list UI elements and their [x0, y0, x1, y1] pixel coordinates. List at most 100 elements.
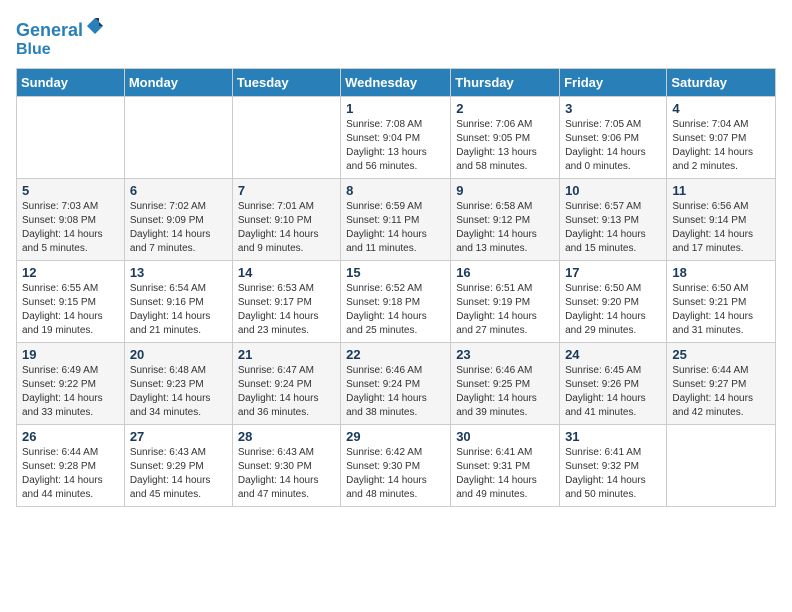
day-number: 8 — [346, 183, 445, 198]
day-cell: 30 Sunrise: 6:41 AM Sunset: 9:31 PM Dayli… — [451, 425, 560, 507]
day-number: 17 — [565, 265, 661, 280]
day-number: 21 — [238, 347, 335, 362]
day-info: Sunrise: 6:45 AM Sunset: 9:26 PM Dayligh… — [565, 364, 661, 420]
day-info: Sunrise: 6:43 AM Sunset: 9:30 PM Dayligh… — [238, 446, 335, 502]
day-cell: 24 Sunrise: 6:45 AM Sunset: 9:26 PM Dayli… — [560, 343, 667, 425]
header-sunday: Sunday — [17, 69, 125, 97]
day-cell: 17 Sunrise: 6:50 AM Sunset: 9:20 PM Dayli… — [560, 261, 667, 343]
header-saturday: Saturday — [667, 69, 776, 97]
day-cell: 23 Sunrise: 6:46 AM Sunset: 9:25 PM Dayli… — [451, 343, 560, 425]
day-info: Sunrise: 7:06 AM Sunset: 9:05 PM Dayligh… — [456, 118, 554, 174]
day-cell: 22Sunrise: 6:46 AM Sunset: 9:24 PM Dayli… — [341, 343, 451, 425]
day-cell: 28 Sunrise: 6:43 AM Sunset: 9:30 PM Dayli… — [232, 425, 340, 507]
day-info: Sunrise: 6:50 AM Sunset: 9:20 PM Dayligh… — [565, 282, 661, 338]
day-cell: 8 Sunrise: 6:59 AM Sunset: 9:11 PM Daylig… — [341, 179, 451, 261]
week-row-3: 12 Sunrise: 6:55 AM Sunset: 9:15 PM Dayli… — [17, 261, 776, 343]
header-row: SundayMondayTuesdayWednesdayThursdayFrid… — [17, 69, 776, 97]
day-cell: 3Sunrise: 7:05 AM Sunset: 9:06 PM Daylig… — [560, 97, 667, 179]
day-cell: 5 Sunrise: 7:03 AM Sunset: 9:08 PM Daylig… — [17, 179, 125, 261]
day-number: 4 — [672, 101, 770, 116]
day-number: 31 — [565, 429, 661, 444]
day-number: 11 — [672, 183, 770, 198]
week-row-4: 19 Sunrise: 6:49 AM Sunset: 9:22 PM Dayli… — [17, 343, 776, 425]
day-number: 2 — [456, 101, 554, 116]
day-info: Sunrise: 6:43 AM Sunset: 9:29 PM Dayligh… — [130, 446, 227, 502]
day-number: 12 — [22, 265, 119, 280]
day-info: Sunrise: 6:56 AM Sunset: 9:14 PM Dayligh… — [672, 200, 770, 256]
day-info: Sunrise: 6:53 AM Sunset: 9:17 PM Dayligh… — [238, 282, 335, 338]
day-cell: 13Sunrise: 6:54 AM Sunset: 9:16 PM Dayli… — [124, 261, 232, 343]
day-cell: 25 Sunrise: 6:44 AM Sunset: 9:27 PM Dayli… — [667, 343, 776, 425]
day-info: Sunrise: 7:01 AM Sunset: 9:10 PM Dayligh… — [238, 200, 335, 256]
day-info: Sunrise: 6:49 AM Sunset: 9:22 PM Dayligh… — [22, 364, 119, 420]
day-info: Sunrise: 6:51 AM Sunset: 9:19 PM Dayligh… — [456, 282, 554, 338]
day-cell: 14 Sunrise: 6:53 AM Sunset: 9:17 PM Dayli… — [232, 261, 340, 343]
day-info: Sunrise: 6:41 AM Sunset: 9:31 PM Dayligh… — [456, 446, 554, 502]
day-cell: 11 Sunrise: 6:56 AM Sunset: 9:14 PM Dayli… — [667, 179, 776, 261]
day-number: 5 — [22, 183, 119, 198]
day-number: 27 — [130, 429, 227, 444]
day-cell: 18 Sunrise: 6:50 AM Sunset: 9:21 PM Dayli… — [667, 261, 776, 343]
day-number: 20 — [130, 347, 227, 362]
logo: General Blue — [16, 16, 105, 58]
day-info: Sunrise: 6:52 AM Sunset: 9:18 PM Dayligh… — [346, 282, 445, 338]
day-cell: 27 Sunrise: 6:43 AM Sunset: 9:29 PM Dayli… — [124, 425, 232, 507]
day-cell: 10Sunrise: 6:57 AM Sunset: 9:13 PM Dayli… — [560, 179, 667, 261]
day-cell: 2 Sunrise: 7:06 AM Sunset: 9:05 PM Daylig… — [451, 97, 560, 179]
day-number: 7 — [238, 183, 335, 198]
day-number: 23 — [456, 347, 554, 362]
header-tuesday: Tuesday — [232, 69, 340, 97]
day-number: 6 — [130, 183, 227, 198]
day-number: 18 — [672, 265, 770, 280]
day-info: Sunrise: 6:58 AM Sunset: 9:12 PM Dayligh… — [456, 200, 554, 256]
day-info: Sunrise: 6:57 AM Sunset: 9:13 PM Dayligh… — [565, 200, 661, 256]
day-cell: 4 Sunrise: 7:04 AM Sunset: 9:07 PM Daylig… — [667, 97, 776, 179]
day-cell: 19 Sunrise: 6:49 AM Sunset: 9:22 PM Dayli… — [17, 343, 125, 425]
day-cell: 9 Sunrise: 6:58 AM Sunset: 9:12 PM Daylig… — [451, 179, 560, 261]
day-number: 19 — [22, 347, 119, 362]
day-number: 30 — [456, 429, 554, 444]
day-number: 28 — [238, 429, 335, 444]
day-cell: 1 Sunrise: 7:08 AM Sunset: 9:04 PM Daylig… — [341, 97, 451, 179]
page-header: General Blue — [16, 16, 776, 58]
day-info: Sunrise: 7:04 AM Sunset: 9:07 PM Dayligh… — [672, 118, 770, 174]
day-info: Sunrise: 7:08 AM Sunset: 9:04 PM Dayligh… — [346, 118, 445, 174]
header-friday: Friday — [560, 69, 667, 97]
day-info: Sunrise: 7:02 AM Sunset: 9:09 PM Dayligh… — [130, 200, 227, 256]
day-info: Sunrise: 6:50 AM Sunset: 9:21 PM Dayligh… — [672, 282, 770, 338]
day-info: Sunrise: 6:46 AM Sunset: 9:24 PM Dayligh… — [346, 364, 445, 420]
day-number: 25 — [672, 347, 770, 362]
day-info: Sunrise: 6:55 AM Sunset: 9:15 PM Dayligh… — [22, 282, 119, 338]
day-cell: 29 Sunrise: 6:42 AM Sunset: 9:30 PM Dayli… — [341, 425, 451, 507]
day-cell: 31Sunrise: 6:41 AM Sunset: 9:32 PM Dayli… — [560, 425, 667, 507]
day-info: Sunrise: 6:48 AM Sunset: 9:23 PM Dayligh… — [130, 364, 227, 420]
day-cell: 16Sunrise: 6:51 AM Sunset: 9:19 PM Dayli… — [451, 261, 560, 343]
day-info: Sunrise: 6:46 AM Sunset: 9:25 PM Dayligh… — [456, 364, 554, 420]
day-info: Sunrise: 6:59 AM Sunset: 9:11 PM Dayligh… — [346, 200, 445, 256]
header-thursday: Thursday — [451, 69, 560, 97]
day-number: 9 — [456, 183, 554, 198]
day-info: Sunrise: 6:44 AM Sunset: 9:27 PM Dayligh… — [672, 364, 770, 420]
day-number: 26 — [22, 429, 119, 444]
day-info: Sunrise: 7:03 AM Sunset: 9:08 PM Dayligh… — [22, 200, 119, 256]
day-number: 1 — [346, 101, 445, 116]
day-cell — [232, 97, 340, 179]
logo-general: General — [16, 20, 83, 40]
day-number: 29 — [346, 429, 445, 444]
day-cell — [124, 97, 232, 179]
day-cell: 15 Sunrise: 6:52 AM Sunset: 9:18 PM Dayli… — [341, 261, 451, 343]
day-info: Sunrise: 7:05 AM Sunset: 9:06 PM Dayligh… — [565, 118, 661, 174]
week-row-5: 26Sunrise: 6:44 AM Sunset: 9:28 PM Dayli… — [17, 425, 776, 507]
day-number: 24 — [565, 347, 661, 362]
day-info: Sunrise: 6:42 AM Sunset: 9:30 PM Dayligh… — [346, 446, 445, 502]
logo-blue: Blue — [16, 41, 105, 59]
day-number: 15 — [346, 265, 445, 280]
day-cell: 6 Sunrise: 7:02 AM Sunset: 9:09 PM Daylig… — [124, 179, 232, 261]
day-number: 13 — [130, 265, 227, 280]
day-info: Sunrise: 6:47 AM Sunset: 9:24 PM Dayligh… — [238, 364, 335, 420]
day-number: 14 — [238, 265, 335, 280]
calendar-table: SundayMondayTuesdayWednesdayThursdayFrid… — [16, 68, 776, 507]
day-cell: 12 Sunrise: 6:55 AM Sunset: 9:15 PM Dayli… — [17, 261, 125, 343]
day-cell — [667, 425, 776, 507]
week-row-1: 1 Sunrise: 7:08 AM Sunset: 9:04 PM Daylig… — [17, 97, 776, 179]
